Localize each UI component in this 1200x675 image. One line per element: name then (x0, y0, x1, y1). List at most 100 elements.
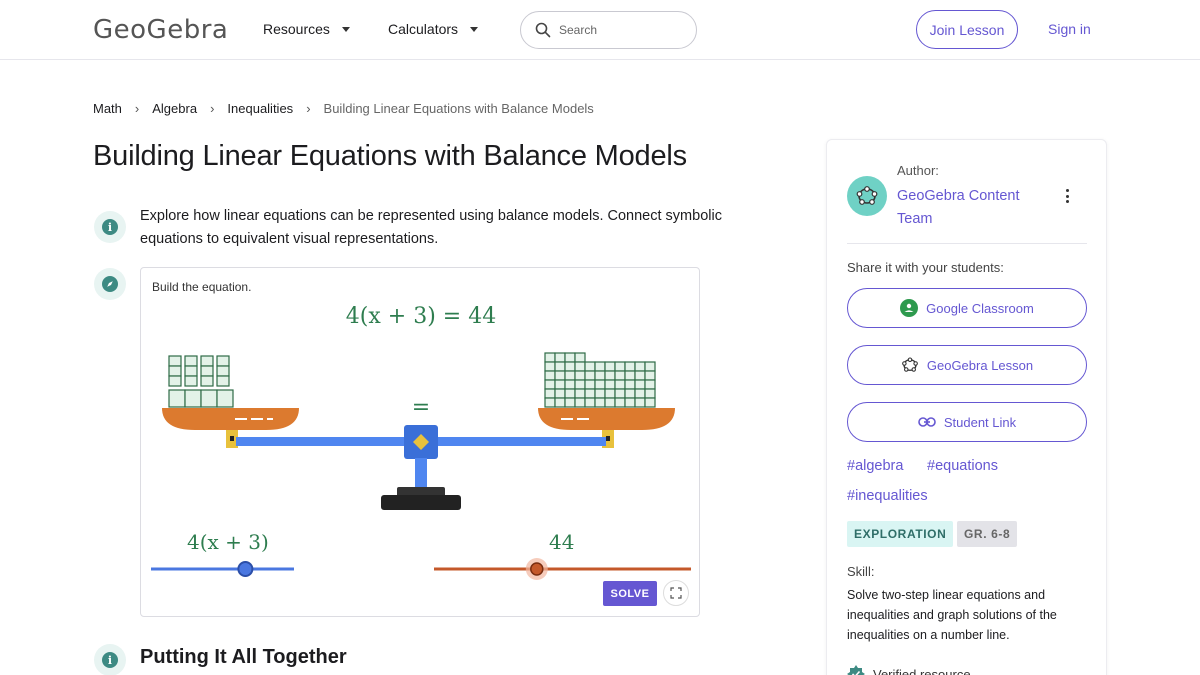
geogebra-icon (902, 357, 918, 372)
chevron-right-icon: › (134, 101, 140, 116)
block (574, 352, 586, 363)
verified-badge-icon (847, 665, 865, 675)
block (614, 361, 626, 372)
block (216, 389, 234, 408)
block (584, 379, 596, 390)
block (544, 370, 556, 381)
block (644, 388, 656, 399)
block (604, 370, 616, 381)
block (634, 361, 646, 372)
student-link-button[interactable]: Student Link (847, 402, 1087, 442)
block (184, 355, 198, 367)
block (614, 388, 626, 399)
block (604, 397, 616, 408)
block (614, 397, 626, 408)
tag-algebra[interactable]: #algebra (847, 458, 903, 474)
share-label: Share it with your students: (847, 260, 1004, 275)
block (594, 388, 606, 399)
solve-button[interactable]: SOLVE (603, 581, 657, 606)
block (554, 361, 566, 372)
balance-scale: = (151, 352, 691, 580)
breadcrumb-inequalities[interactable]: Inequalities (227, 101, 293, 116)
block (544, 361, 556, 372)
block (584, 370, 596, 381)
block (564, 379, 576, 390)
geogebra-logo[interactable]: GeoGebra (93, 15, 228, 45)
link-icon (918, 417, 936, 427)
block (216, 375, 230, 387)
block (604, 388, 616, 399)
google-classroom-button[interactable]: Google Classroom (847, 288, 1087, 328)
block (594, 361, 606, 372)
exploration-badge: EXPLORATION (847, 521, 954, 547)
block (634, 388, 646, 399)
search-input[interactable] (559, 23, 679, 37)
top-header: GeoGebra Resources Calculators Join Less… (0, 0, 1200, 60)
block (574, 361, 586, 372)
block (574, 370, 586, 381)
block (564, 352, 576, 363)
block (564, 361, 576, 372)
skill-text: Solve two-step linear equations and ineq… (847, 588, 1057, 642)
equals-sign: = (412, 395, 430, 420)
geogebra-lesson-label: GeoGebra Lesson (926, 357, 1034, 373)
block (624, 397, 636, 408)
block (564, 370, 576, 381)
divider (847, 243, 1087, 244)
block (634, 370, 646, 381)
nav-calculators-label: Calculators (388, 21, 459, 37)
right-tray (538, 408, 675, 430)
compass-icon (94, 268, 126, 300)
chevron-down-icon (341, 26, 350, 32)
block (168, 389, 186, 408)
student-link-label: Student Link (943, 414, 1017, 430)
nav-resources[interactable]: Resources (263, 21, 350, 37)
right-blocks (544, 352, 656, 408)
block (168, 375, 182, 387)
chevron-down-icon (470, 26, 479, 32)
block (594, 379, 606, 390)
chevron-right-icon: › (210, 101, 215, 116)
block (574, 397, 586, 408)
block (604, 379, 616, 390)
block (594, 370, 606, 381)
tag-equations[interactable]: #equations (927, 458, 998, 474)
resource-side-panel: Author: GeoGebra Content Team Share it w… (826, 139, 1107, 675)
geogebra-applet[interactable]: Build the equation. 4(x + 3) = 44 = 4(x (140, 267, 700, 617)
chevron-right-icon: › (306, 101, 311, 116)
left-blocks (168, 355, 234, 408)
block (544, 352, 556, 363)
breadcrumb-math[interactable]: Math (93, 101, 122, 116)
block (200, 375, 214, 387)
description-text: Explore how linear equations can be repr… (140, 208, 722, 247)
left-tray (162, 408, 299, 430)
search-box[interactable] (520, 11, 697, 49)
search-icon (535, 22, 551, 38)
geogebra-lesson-button[interactable]: GeoGebra Lesson (847, 345, 1087, 385)
block (644, 361, 656, 372)
nav-calculators[interactable]: Calculators (388, 21, 479, 37)
sign-in-link[interactable]: Sign in (1048, 21, 1091, 37)
grade-badge: GR. 6-8 (957, 521, 1018, 547)
more-options-icon[interactable] (1059, 186, 1075, 206)
block (184, 365, 198, 377)
block (554, 379, 566, 390)
breadcrumb-algebra[interactable]: Algebra (152, 101, 197, 116)
left-expression-label: 4(x + 3) (187, 530, 269, 554)
author-name-link[interactable]: GeoGebra Content Team (897, 185, 1047, 231)
author-avatar (847, 176, 887, 216)
block (168, 355, 182, 367)
info-icon: i (94, 644, 126, 675)
block (200, 389, 218, 408)
verified-resource: Verified resource (847, 665, 971, 675)
fullscreen-button[interactable] (663, 580, 689, 606)
google-classroom-label: Google Classroom (926, 300, 1034, 316)
left-slider-handle (237, 561, 254, 577)
block (604, 361, 616, 372)
info-icon: i (94, 211, 126, 243)
block (554, 397, 566, 408)
join-lesson-button[interactable]: Join Lesson (916, 10, 1018, 49)
block (200, 355, 214, 367)
block (584, 361, 596, 372)
tag-inequalities[interactable]: #inequalities (847, 488, 928, 504)
